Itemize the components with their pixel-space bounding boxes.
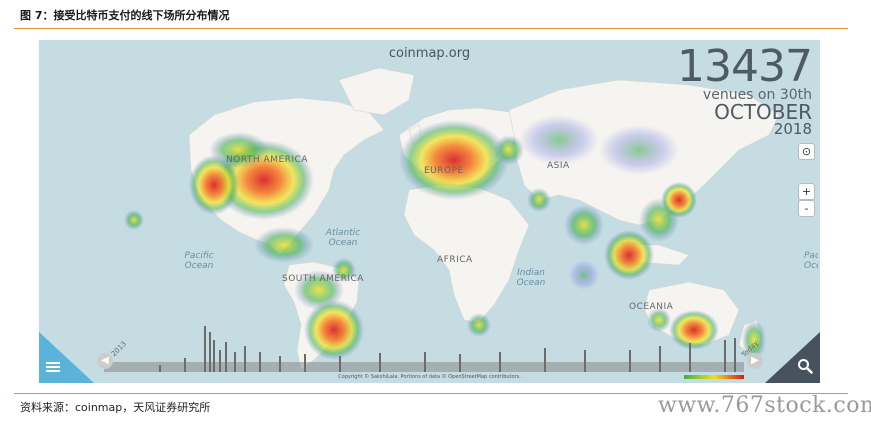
label-south-america: SOUTH AMERICA: [282, 274, 364, 284]
heat-india: [564, 205, 604, 245]
menu-icon[interactable]: [46, 360, 60, 374]
zoom-in-button[interactable]: +: [798, 183, 815, 200]
label-north-america: NORTH AMERICA: [226, 155, 308, 165]
heat-sri-lanka: [569, 260, 599, 290]
coinmap-map[interactable]: coinmap.org 13437 venues on 30th OCTOBER…: [39, 40, 820, 383]
venue-count: 13437: [677, 41, 813, 92]
heat-australia-east: [669, 310, 719, 350]
heat-siberia: [519, 115, 599, 165]
heat-south-africa: [467, 313, 491, 337]
figure-title: 图 7：接受比特币支付的线下场所分布情况: [20, 9, 230, 22]
heat-mexico: [254, 227, 314, 263]
right-arrow-icon[interactable]: ▶: [747, 353, 763, 369]
year-label: 2018: [773, 120, 812, 138]
label-atlantic-ocean: Atlantic Ocean: [325, 228, 361, 248]
label-oceania: OCEANIA: [629, 302, 674, 312]
heat-southeast-asia: [604, 230, 654, 280]
label-europe: EUROPE: [424, 166, 464, 176]
label-africa: AFRICA: [437, 255, 473, 265]
locate-icon[interactable]: ⊙: [798, 143, 815, 160]
label-indian-ocean: Indian Ocean: [516, 268, 546, 288]
label-pacific-ocean: Pacific Ocean: [184, 251, 214, 271]
heat-japan: [661, 182, 697, 218]
heat-brazil: [304, 300, 364, 360]
top-rule: [14, 28, 848, 29]
label-asia: ASIA: [547, 161, 570, 171]
map-copyright: Copyright © SakshiLala. Portions of data…: [338, 374, 521, 380]
heat-europe: [399, 120, 509, 200]
zoom-out-button[interactable]: -: [798, 200, 815, 217]
watermark: www.767stock.com: [658, 393, 871, 418]
left-arrow-icon[interactable]: ◀: [97, 353, 113, 369]
africa-land: [403, 184, 530, 323]
source-note: 资料来源：coinmap，天风证券研究所: [20, 401, 211, 414]
heat-central-asia: [599, 125, 679, 175]
heat-hawaii: [124, 210, 144, 230]
month-label: OCTOBER: [714, 100, 812, 124]
heat-middle-east: [527, 188, 551, 212]
timeline-histogram: [104, 326, 744, 372]
label-pacific-ocean-east: Pacific Ocean: [804, 251, 818, 271]
